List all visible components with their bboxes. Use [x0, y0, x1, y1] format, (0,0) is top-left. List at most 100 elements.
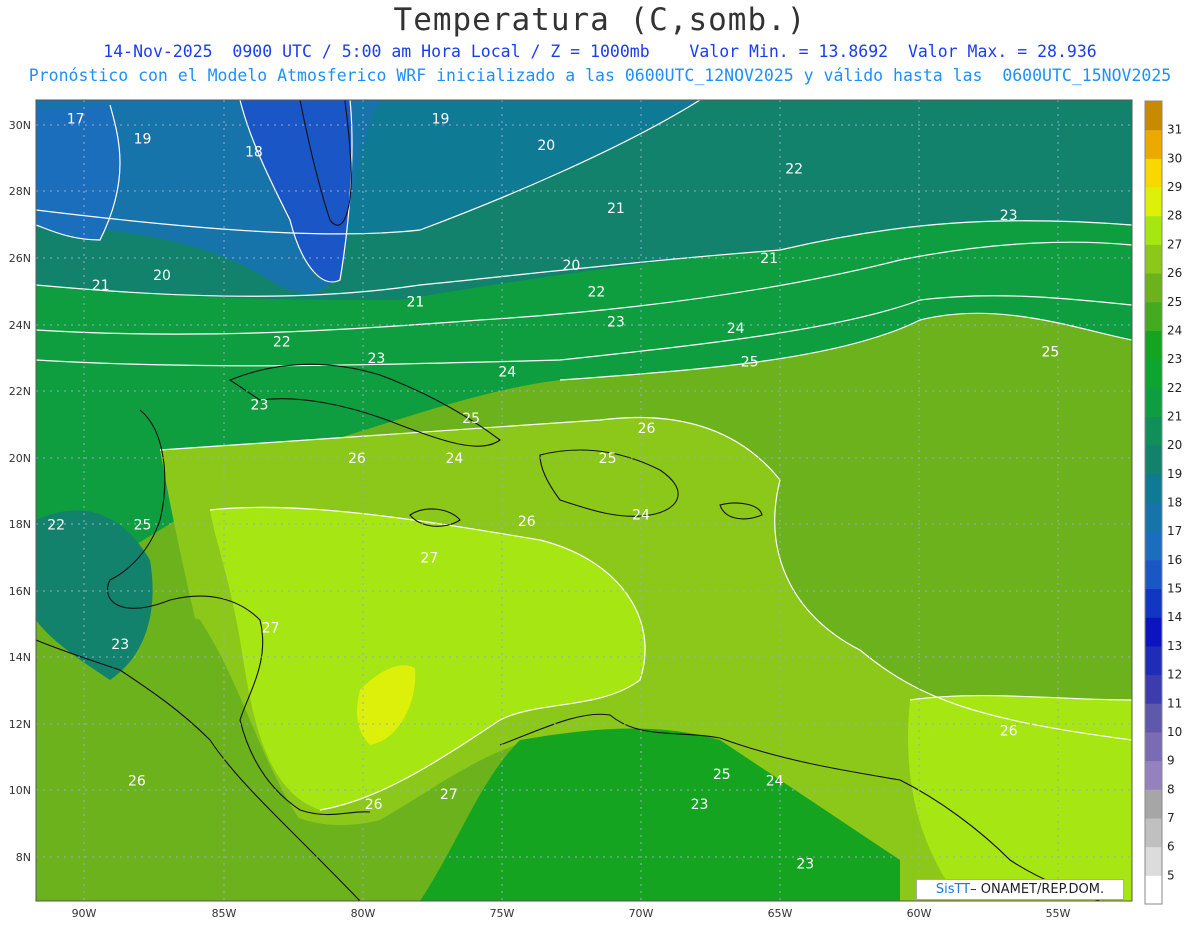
lon-label: 65W — [768, 907, 793, 920]
contour-label: 26 — [638, 421, 656, 437]
contour-label: 25 — [134, 517, 152, 533]
colorbar: 5 6 7 8 9 10 11 12 13 14 15 16 17 18 19 20 21 22 23 24 25 26 2… — [1144, 100, 1182, 905]
colorbar-swatch — [1145, 760, 1162, 790]
colorbar-tick-label: 16 — [1167, 553, 1182, 567]
contour-label: 27 — [420, 551, 438, 567]
colorbar-tick-label: 19 — [1167, 467, 1182, 481]
colorbar-tick-label: 31 — [1167, 123, 1182, 137]
contour-label: 24 — [766, 773, 784, 789]
colorbar-tick-label: 10 — [1167, 725, 1182, 739]
contour-label: 20 — [562, 258, 580, 274]
colorbar-tick-label: 30 — [1167, 151, 1182, 165]
colorbar-swatch — [1145, 789, 1162, 819]
colorbar-tick-label: 20 — [1167, 438, 1182, 452]
colorbar-tick-label: 18 — [1167, 496, 1182, 510]
contour-label: 22 — [47, 517, 65, 533]
colorbar-swatch — [1145, 416, 1162, 446]
colorbar-tick-label: 7 — [1167, 811, 1175, 825]
contour-label: 18 — [245, 145, 263, 161]
contour-label: 23 — [607, 314, 625, 330]
lat-label: 14N — [9, 651, 31, 664]
contour-label: 26 — [518, 514, 536, 530]
lat-label: 22N — [9, 385, 31, 398]
contour-label: 24 — [498, 364, 516, 380]
contour-label: 25 — [1041, 344, 1059, 360]
colorbar-swatch — [1145, 645, 1162, 676]
contour-label: 23 — [1000, 208, 1018, 224]
colorbar-tick-label: 5 — [1167, 868, 1175, 882]
colorbar-swatch — [1145, 617, 1162, 647]
contour-label: 23 — [251, 398, 269, 414]
contour-label: 22 — [273, 334, 291, 350]
contour-label: 26 — [348, 451, 366, 467]
lon-label: 80W — [351, 907, 376, 920]
contour-label: 17 — [67, 111, 85, 127]
contour-label: 21 — [760, 251, 778, 267]
colorbar-swatch — [1145, 129, 1162, 159]
contour-label: 25 — [462, 411, 480, 427]
lat-label: 10N — [9, 784, 31, 797]
colorbar-swatch — [1145, 158, 1162, 188]
colorbar-swatch — [1145, 330, 1162, 360]
colorbar-swatch — [1145, 846, 1162, 876]
colorbar-swatch — [1145, 187, 1162, 217]
lat-label: 18N — [9, 518, 31, 531]
colorbar-swatch — [1145, 359, 1162, 389]
colorbar-swatch — [1145, 473, 1162, 503]
colorbar-tick-label: 6 — [1167, 840, 1175, 854]
colorbar-tick-label: 28 — [1167, 209, 1182, 223]
colorbar-tick-label: 27 — [1167, 237, 1182, 251]
colorbar-swatch — [1145, 101, 1162, 131]
contour-label: 26 — [1000, 724, 1018, 740]
colorbar-tick-label: 14 — [1167, 610, 1182, 624]
colorbar-tick-label: 23 — [1167, 352, 1182, 366]
contour-label: 25 — [599, 451, 617, 467]
colorbar-swatch — [1145, 731, 1162, 762]
contour-label: 23 — [691, 797, 709, 813]
contour-label: 23 — [111, 637, 129, 653]
lat-label: 16N — [9, 585, 31, 598]
colorbar-tick-label: 21 — [1167, 409, 1182, 423]
lat-label: 24N — [9, 319, 31, 332]
contour-label: 26 — [365, 797, 383, 813]
colorbar-swatch — [1145, 674, 1162, 704]
colorbar-swatch — [1145, 215, 1162, 245]
contour-label: 24 — [727, 321, 745, 337]
colorbar-swatch — [1145, 502, 1162, 532]
colorbar-tick-label: 17 — [1167, 524, 1182, 538]
contour-label: 21 — [607, 201, 625, 217]
lon-label: 55W — [1046, 907, 1071, 920]
lon-label: 85W — [212, 907, 237, 920]
temperature-field — [36, 100, 1132, 901]
colorbar-tick-label: 26 — [1167, 266, 1182, 280]
colorbar-swatch — [1145, 273, 1162, 303]
colorbar-swatch — [1145, 531, 1162, 561]
colorbar-swatch — [1145, 301, 1162, 331]
colorbar-tick-label: 9 — [1167, 754, 1175, 768]
contour-label: 24 — [445, 451, 463, 467]
lon-label: 60W — [907, 907, 932, 920]
colorbar-swatch — [1145, 387, 1162, 417]
contour-label: 26 — [128, 773, 146, 789]
lon-label: 70W — [629, 907, 654, 920]
contour-label: 19 — [134, 131, 152, 147]
contour-label: 25 — [713, 767, 731, 783]
lat-label: 20N — [9, 452, 31, 465]
lon-label: 90W — [72, 907, 97, 920]
colorbar-tick-label: 22 — [1167, 381, 1182, 395]
credit-org: – ONAMET/REP.DOM. — [970, 882, 1105, 897]
contour-label: 20 — [537, 138, 555, 154]
lat-label: 30N — [9, 119, 31, 132]
temperature-map: 17191819202221 2321202021 222123 24222523 25… — [9, 99, 1182, 920]
lon-label: 75W — [490, 907, 515, 920]
colorbar-tick-label: 13 — [1167, 639, 1182, 653]
credit-box: SisTT– ONAMET/REP.DOM. — [916, 879, 1124, 900]
contour-label: 24 — [632, 507, 650, 523]
colorbar-tick-label: 25 — [1167, 295, 1182, 309]
contour-label: 23 — [368, 351, 386, 367]
contour-label: 22 — [785, 161, 803, 177]
colorbar-tick-label: 8 — [1167, 782, 1175, 796]
contour-label: 21 — [92, 278, 110, 294]
contour-label: 19 — [432, 111, 450, 127]
colorbar-swatch — [1145, 817, 1162, 848]
